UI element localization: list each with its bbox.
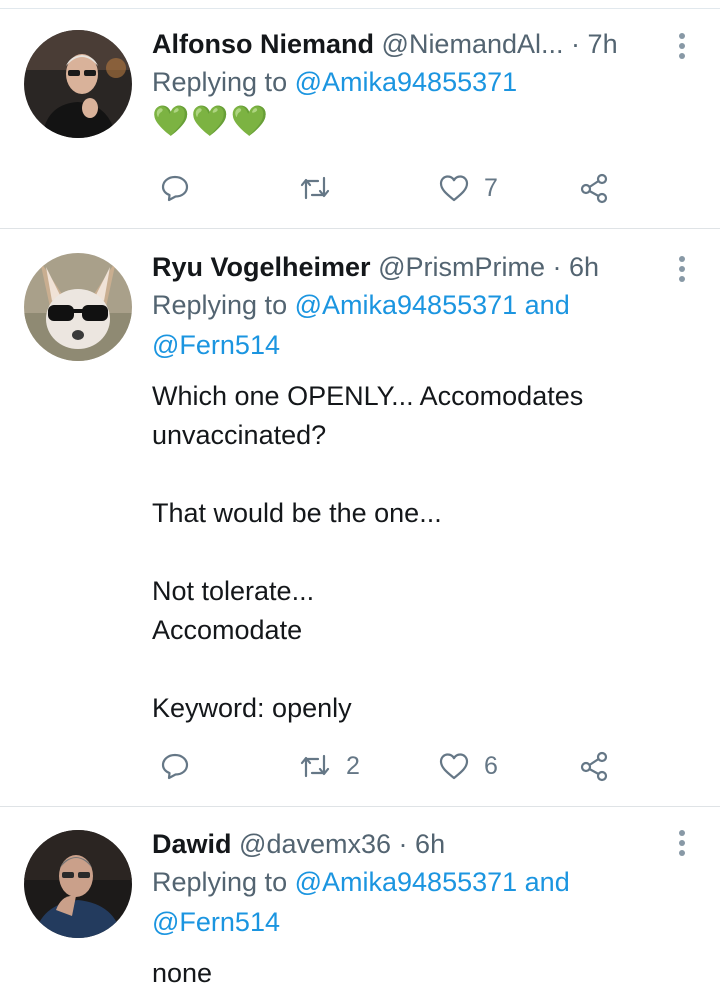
display-name[interactable]: Alfonso Niemand <box>152 29 374 59</box>
mention-link[interactable]: @Amika94855371 <box>295 290 518 320</box>
tweet-header: Alfonso Niemand @NiemandAl... · 7h <box>152 26 700 62</box>
share-icon <box>580 751 608 782</box>
reply-icon <box>161 175 189 202</box>
separator-dot: · <box>552 252 562 282</box>
like-count: 6 <box>484 751 498 780</box>
share-icon <box>580 173 608 204</box>
tweet-header: Ryu Vogelheimer @PrismPrime · 6h <box>152 249 700 285</box>
retweet-button[interactable]: 2 <box>298 746 360 786</box>
mention-link[interactable]: @Amika94855371 <box>295 867 518 897</box>
tweet-divider <box>0 806 720 807</box>
like-count: 7 <box>484 173 498 202</box>
share-button[interactable] <box>578 168 610 208</box>
like-icon <box>439 175 469 202</box>
reply-button[interactable] <box>160 168 190 208</box>
replying-to: Replying to @Amika94855371 and @Fern514 <box>152 862 700 942</box>
display-name[interactable]: Ryu Vogelheimer <box>152 252 371 282</box>
separator-dot: · <box>571 29 581 59</box>
more-icon[interactable] <box>678 256 686 286</box>
tweet-divider <box>0 228 720 229</box>
avatar-alfonso[interactable] <box>24 30 132 138</box>
avatar-dawid[interactable] <box>24 830 132 938</box>
more-icon[interactable] <box>678 830 686 860</box>
replying-and: and <box>517 290 570 320</box>
replying-and: and <box>517 867 570 897</box>
user-handle[interactable]: @NiemandAl... <box>382 29 564 59</box>
replying-to: Replying to @Amika94855371 and @Fern514 <box>152 285 700 365</box>
replying-prefix: Replying to <box>152 67 295 97</box>
timestamp[interactable]: 6h <box>415 829 445 859</box>
retweet-icon <box>300 754 330 778</box>
avatar-ryu[interactable] <box>24 253 132 361</box>
more-icon[interactable] <box>678 33 686 63</box>
tweet-actions: 7 <box>152 168 622 208</box>
top-divider <box>0 8 720 9</box>
like-button[interactable]: 7 <box>438 168 498 208</box>
retweet-button[interactable] <box>298 168 332 208</box>
user-handle[interactable]: @davemx36 <box>239 829 391 859</box>
mention-link[interactable]: @Fern514 <box>152 330 280 360</box>
separator-dot: · <box>398 829 408 859</box>
tweet-text: none <box>152 958 213 988</box>
timestamp[interactable]: 6h <box>569 252 599 282</box>
replying-prefix: Replying to <box>152 290 295 320</box>
replying-prefix: Replying to <box>152 867 295 897</box>
tweet-actions: 2 6 <box>152 746 622 786</box>
like-button[interactable]: 6 <box>438 746 498 786</box>
replying-to: Replying to @Amika94855371 <box>152 62 700 102</box>
timestamp[interactable]: 7h <box>588 29 618 59</box>
tweet-text: Which one OPENLY... Accomodates unvaccin… <box>152 381 584 723</box>
display-name[interactable]: Dawid <box>152 829 232 859</box>
reply-button[interactable] <box>160 746 190 786</box>
retweet-count: 2 <box>346 751 360 780</box>
share-button[interactable] <box>578 746 610 786</box>
mention-link[interactable]: @Fern514 <box>152 907 280 937</box>
retweet-icon <box>300 176 330 200</box>
user-handle[interactable]: @PrismPrime <box>378 252 545 282</box>
tweet-text: 💚💚💚 <box>152 105 271 138</box>
tweet-header: Dawid @davemx36 · 6h <box>152 826 700 862</box>
mention-link[interactable]: @Amika94855371 <box>295 67 518 97</box>
like-icon <box>439 753 469 780</box>
reply-icon <box>161 753 189 780</box>
